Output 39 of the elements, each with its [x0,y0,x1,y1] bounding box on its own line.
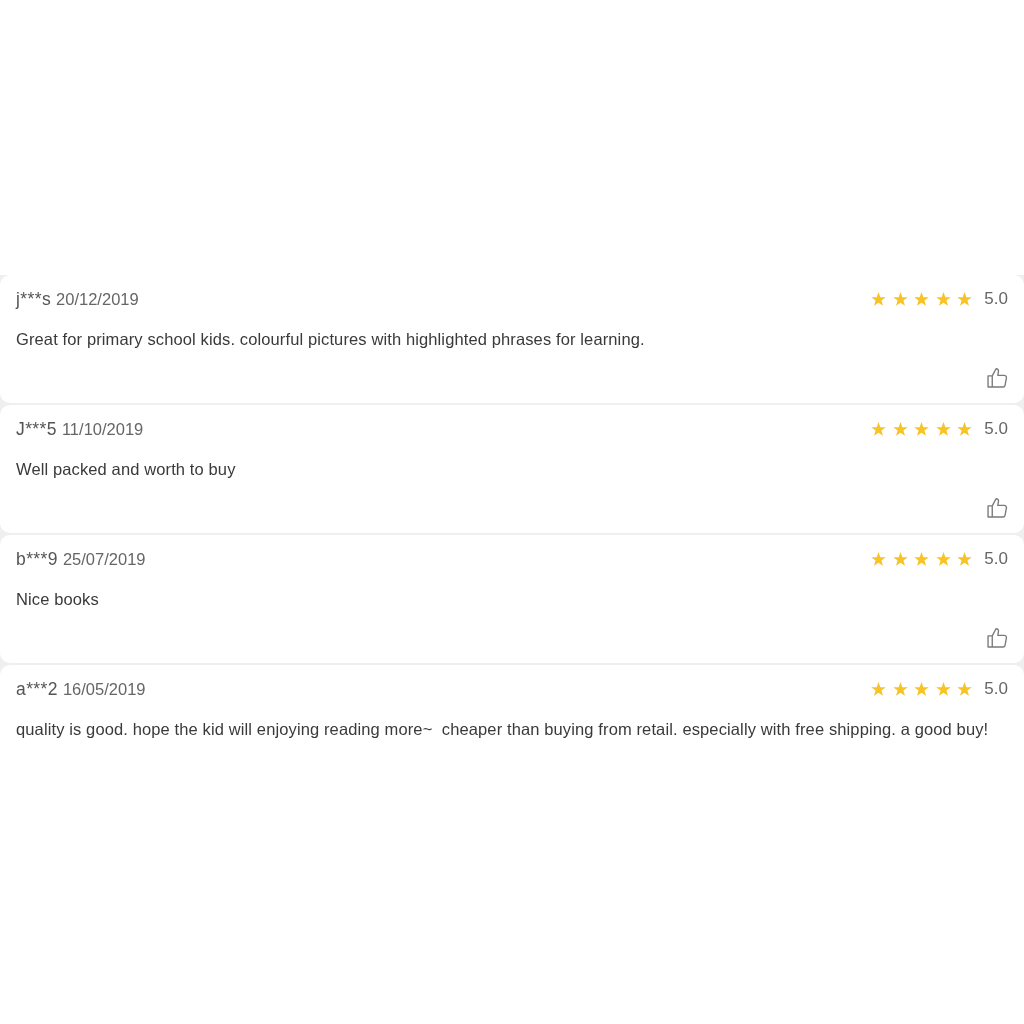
reviewer-name: b***9 [16,549,58,569]
thumbs-up-icon[interactable] [987,497,1008,518]
star-icon [914,421,930,437]
star-icon [935,681,951,697]
review-date: 20/12/2019 [56,289,139,309]
star-icon [935,421,951,437]
star-icon [935,291,951,307]
reviewer-name: a***2 [16,679,58,699]
thumbs-up-icon[interactable] [987,627,1008,648]
review-text: Well packed and worth to buy [16,459,237,479]
star-icon [935,551,951,567]
rating-score: 5.0 [984,549,1008,569]
star-icon [914,291,930,307]
star-icon [957,291,973,307]
star-icon [871,551,887,567]
star-icon [914,681,930,697]
reviewer-name: j***s [16,289,52,309]
review-text: Nice books [16,589,100,609]
review-text: quality is good. hope the kid will enjoying reading more~ cheaper than buying from retail. especially with free shipping. a good buy! [16,719,990,739]
star-icon [914,551,930,567]
thumbs-up-icon[interactable] [987,367,1008,388]
rating-score: 5.0 [984,419,1008,439]
star-icon [957,681,973,697]
reviewer-name: J***5 [16,419,57,439]
star-icon [892,291,908,307]
review-date: 11/10/2019 [61,419,144,439]
star-icon [892,421,908,437]
star-icon [957,421,973,437]
star-icon [871,421,887,437]
star-icon [892,551,908,567]
review-text: Great for primary school kids. colourful pictures with highlighted phrases for learning. [16,329,646,349]
star-icon [957,551,973,567]
review-date: 16/05/2019 [62,679,146,699]
rating-score: 5.0 [984,289,1008,309]
star-icon [871,291,887,307]
star-icon [892,681,908,697]
star-icon [871,681,887,697]
rating-score: 5.0 [984,679,1008,699]
review-date: 25/07/2019 [62,549,146,569]
